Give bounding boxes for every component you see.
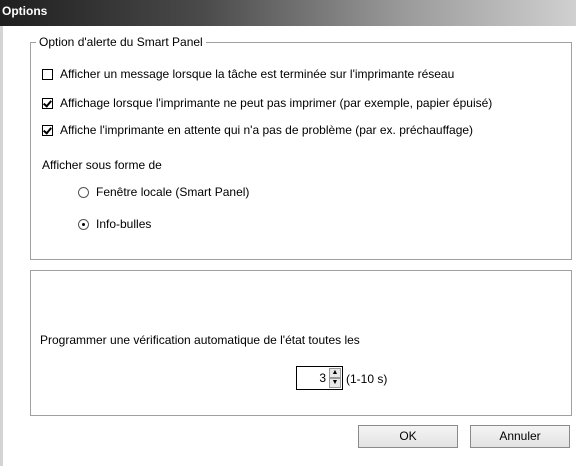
ok-button[interactable]: OK bbox=[358, 425, 458, 448]
display-mode-local-window[interactable]: Fenêtre locale (Smart Panel) bbox=[78, 184, 249, 200]
schedule-label: Programmer une vérification automatique … bbox=[40, 333, 360, 347]
title-bar[interactable]: Options bbox=[0, 0, 576, 26]
display-as-label: Afficher sous forme de bbox=[42, 157, 162, 173]
dialog-left-border bbox=[0, 26, 3, 466]
job-complete-checkbox[interactable] bbox=[42, 68, 53, 80]
spin-down-icon[interactable]: ▼ bbox=[329, 378, 341, 388]
option-job-complete[interactable]: Afficher un message lorsque la tâche est… bbox=[42, 66, 454, 82]
interval-range-label: (1-10 s) bbox=[346, 372, 388, 386]
option-cannot-print[interactable]: Affichage lorsque l'imprimante ne peut p… bbox=[42, 95, 492, 111]
spin-up-icon[interactable]: ▲ bbox=[329, 368, 341, 378]
display-as-text: Afficher sous forme de bbox=[42, 158, 162, 172]
interval-spinner[interactable]: 3 ▲ ▼ bbox=[296, 366, 343, 390]
window-title: Options bbox=[2, 4, 48, 18]
waiting-printer-checkbox[interactable] bbox=[42, 124, 53, 136]
display-mode-tooltips[interactable]: Info-bulles bbox=[78, 216, 151, 232]
tooltips-radio[interactable] bbox=[78, 218, 89, 230]
local-window-radio[interactable] bbox=[78, 186, 89, 198]
cannot-print-label: Affichage lorsque l'imprimante ne peut p… bbox=[60, 96, 493, 110]
job-complete-label: Afficher un message lorsque la tâche est… bbox=[60, 67, 455, 81]
cancel-button[interactable]: Annuler bbox=[470, 425, 570, 448]
tooltips-label: Info-bulles bbox=[96, 217, 152, 231]
alert-options-legend: Option d'alerte du Smart Panel bbox=[36, 35, 206, 49]
options-dialog: Options Option d'alerte du Smart Panel A… bbox=[0, 0, 576, 466]
option-waiting-printer[interactable]: Affiche l'imprimante en attente qui n'a … bbox=[42, 122, 473, 138]
schedule-label-row: Programmer une vérification automatique … bbox=[40, 332, 360, 348]
cannot-print-checkbox[interactable] bbox=[42, 97, 53, 109]
local-window-label: Fenêtre locale (Smart Panel) bbox=[96, 185, 250, 199]
waiting-printer-label: Affiche l'imprimante en attente qui n'a … bbox=[60, 123, 474, 137]
interval-value[interactable]: 3 bbox=[319, 371, 326, 385]
